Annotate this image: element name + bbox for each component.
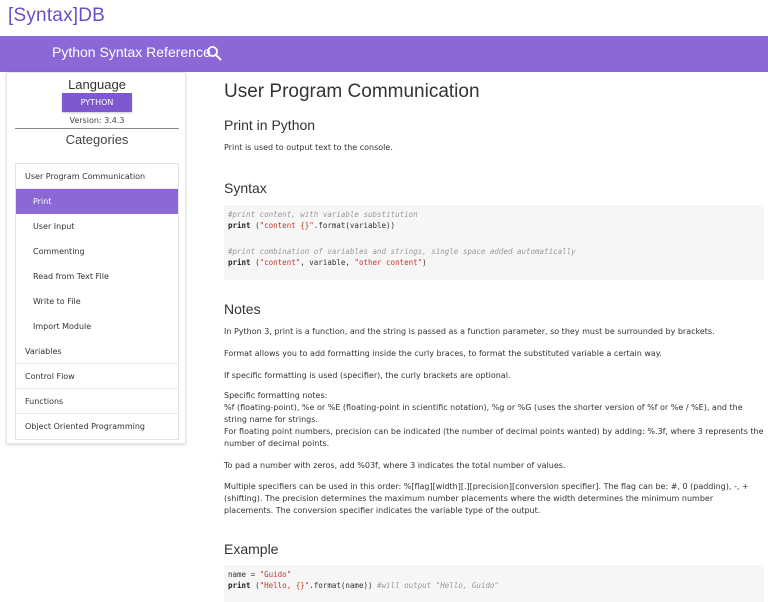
top-bar: Python Syntax Reference	[0, 36, 768, 72]
code-string: "Hello, {}"	[259, 581, 310, 590]
example-heading: Example	[224, 541, 279, 557]
sidebar-item-object-oriented-programming[interactable]: Object Oriented Programming	[16, 414, 178, 439]
print-description: Print is used to output text to the cons…	[224, 143, 393, 152]
sidebar-item-functions[interactable]: Functions	[16, 389, 178, 414]
code-keyword: print	[228, 258, 251, 267]
sidebar: Language PYTHON Version: 3.4.3 Categorie…	[6, 72, 186, 444]
code-text: )	[422, 258, 427, 267]
sidebar-item-import-module[interactable]: Import Module	[16, 314, 178, 339]
note-paragraph: Multiple specifiers can be used in this …	[224, 482, 749, 515]
sidebar-item-read-from-text-file[interactable]: Read from Text File	[16, 264, 178, 289]
code-comment: #print content, with variable substituti…	[228, 210, 418, 219]
language-heading: Language	[68, 77, 126, 92]
syntax-code-block: #print content, with variable substituti…	[224, 205, 764, 280]
code-string: "Guido"	[259, 570, 292, 579]
syntax-heading: Syntax	[224, 180, 267, 196]
notes-heading: Notes	[224, 301, 261, 317]
note-paragraph: If specific formatting is used (specifie…	[224, 371, 511, 380]
sidebar-item-print[interactable]: Print	[16, 189, 178, 214]
code-comment: #will output "Hello, Guido"	[377, 581, 499, 590]
code-comment: #print combination of variables and stri…	[228, 247, 576, 256]
sidebar-item-user-input[interactable]: User Input	[16, 214, 178, 239]
version-label: Version: 3.4.3	[69, 116, 125, 125]
sidebar-divider	[15, 128, 179, 129]
note-paragraph: %f (floating-point), %e or %E (floating-…	[224, 403, 743, 424]
sidebar-item-variables[interactable]: Variables	[16, 339, 178, 364]
note-paragraph: Specific formatting notes:	[224, 391, 328, 400]
code-text: name =	[228, 570, 260, 579]
code-keyword: print	[228, 221, 251, 230]
sidebar-item-user-program-communication[interactable]: User Program Communication	[16, 164, 178, 189]
example-code-block: name = "Guido" print ("Hello, {}".format…	[224, 565, 764, 602]
note-paragraph: Format allows you to add formatting insi…	[224, 349, 662, 358]
language-button[interactable]: PYTHON	[62, 93, 132, 112]
note-paragraph: To pad a number with zeros, add %03f, wh…	[224, 461, 566, 470]
code-text: .format(variable))	[313, 221, 396, 230]
sidebar-item-commenting[interactable]: Commenting	[16, 239, 178, 264]
search-icon[interactable]	[206, 45, 222, 61]
code-text: (	[250, 221, 260, 230]
code-string: "other content"	[354, 258, 423, 267]
sidebar-item-control-flow[interactable]: Control Flow	[16, 364, 178, 389]
categories-heading: Categories	[65, 132, 129, 147]
code-text: (	[250, 258, 260, 267]
code-text: .format(name))	[309, 581, 378, 590]
print-heading: Print in Python	[224, 117, 316, 133]
code-text: (	[250, 581, 260, 590]
code-string: "content"	[259, 258, 301, 267]
sidebar-item-write-to-file[interactable]: Write to File	[16, 289, 178, 314]
note-paragraph: For floating point numbers, precision ca…	[224, 427, 764, 448]
code-string: "content {}"	[259, 221, 314, 230]
category-menu: User Program Communication Print User Inpu…	[15, 163, 179, 440]
note-paragraph: In Python 3, print is a function, and th…	[224, 327, 715, 336]
page-header-title[interactable]: Python Syntax Reference	[52, 44, 211, 60]
site-logo[interactable]: [Syntax]DB	[8, 5, 105, 33]
code-text: , variable,	[300, 258, 355, 267]
code-keyword: print	[228, 581, 251, 590]
page-title: User Program Communication	[224, 81, 480, 102]
